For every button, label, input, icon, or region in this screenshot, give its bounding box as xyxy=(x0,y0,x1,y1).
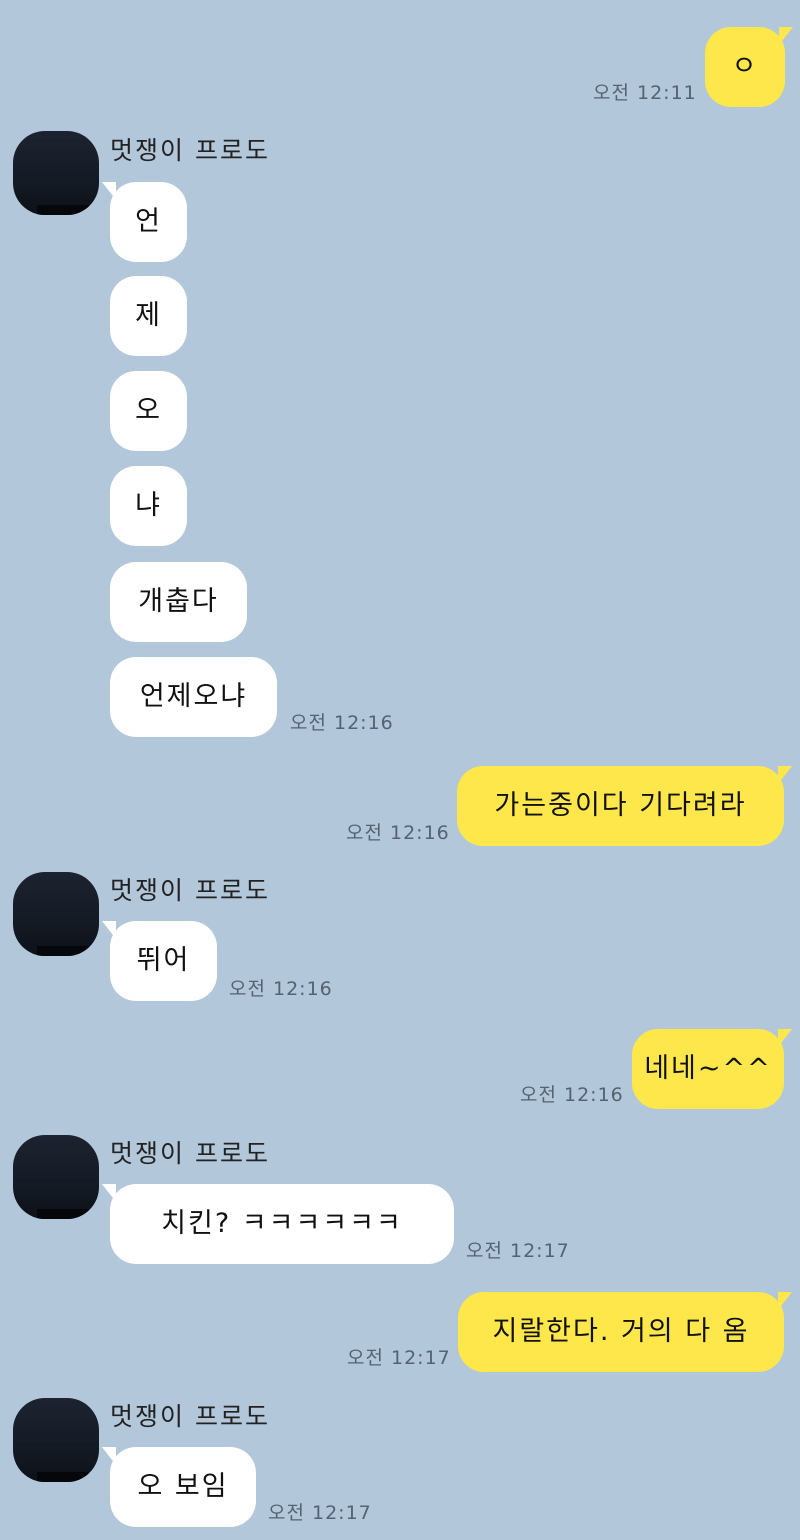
outgoing-message-bubble[interactable]: ㅇ xyxy=(705,27,793,107)
chat-message-list[interactable]: ㅇ 오전 12:11 멋쟁이 프로도 언 제 오 냐 개춥다 언제오냐 오전 1… xyxy=(0,0,800,1540)
incoming-message-bubble[interactable]: 오 보임 xyxy=(102,1447,256,1527)
sender-avatar[interactable] xyxy=(13,1135,99,1219)
incoming-message-bubble[interactable]: 오 xyxy=(110,371,187,451)
sender-avatar[interactable] xyxy=(13,872,99,956)
sender-name: 멋쟁이 프로도 xyxy=(110,1402,270,1431)
sender-name: 멋쟁이 프로도 xyxy=(110,1139,270,1168)
message-timestamp: 오전 12:11 xyxy=(593,82,697,104)
incoming-message-bubble[interactable]: 치킨? ㅋㅋㅋㅋㅋㅋ xyxy=(102,1184,454,1264)
incoming-message-bubble[interactable]: 냐 xyxy=(110,466,187,546)
message-timestamp: 오전 12:17 xyxy=(466,1240,570,1262)
message-timestamp: 오전 12:16 xyxy=(520,1084,624,1106)
sender-avatar[interactable] xyxy=(13,1398,99,1482)
outgoing-message-bubble[interactable]: 네네~^^ xyxy=(632,1029,792,1109)
message-timestamp: 오전 12:17 xyxy=(268,1502,372,1524)
incoming-message-bubble[interactable]: 뛰어 xyxy=(102,921,217,1001)
incoming-message-bubble[interactable]: 언제오냐 xyxy=(110,657,277,737)
sender-name: 멋쟁이 프로도 xyxy=(110,136,270,165)
message-timestamp: 오전 12:16 xyxy=(229,978,333,1000)
outgoing-message-bubble[interactable]: 지랄한다. 거의 다 옴 xyxy=(458,1292,792,1372)
message-timestamp: 오전 12:16 xyxy=(346,822,450,844)
incoming-message-bubble[interactable]: 언 xyxy=(102,182,187,262)
outgoing-message-bubble[interactable]: 가는중이다 기다려라 xyxy=(457,766,792,846)
incoming-message-bubble[interactable]: 개춥다 xyxy=(110,562,247,642)
message-timestamp: 오전 12:16 xyxy=(290,712,394,734)
sender-name: 멋쟁이 프로도 xyxy=(110,876,270,905)
sender-avatar[interactable] xyxy=(13,131,99,215)
incoming-message-bubble[interactable]: 제 xyxy=(110,276,187,356)
message-timestamp: 오전 12:17 xyxy=(347,1347,451,1369)
